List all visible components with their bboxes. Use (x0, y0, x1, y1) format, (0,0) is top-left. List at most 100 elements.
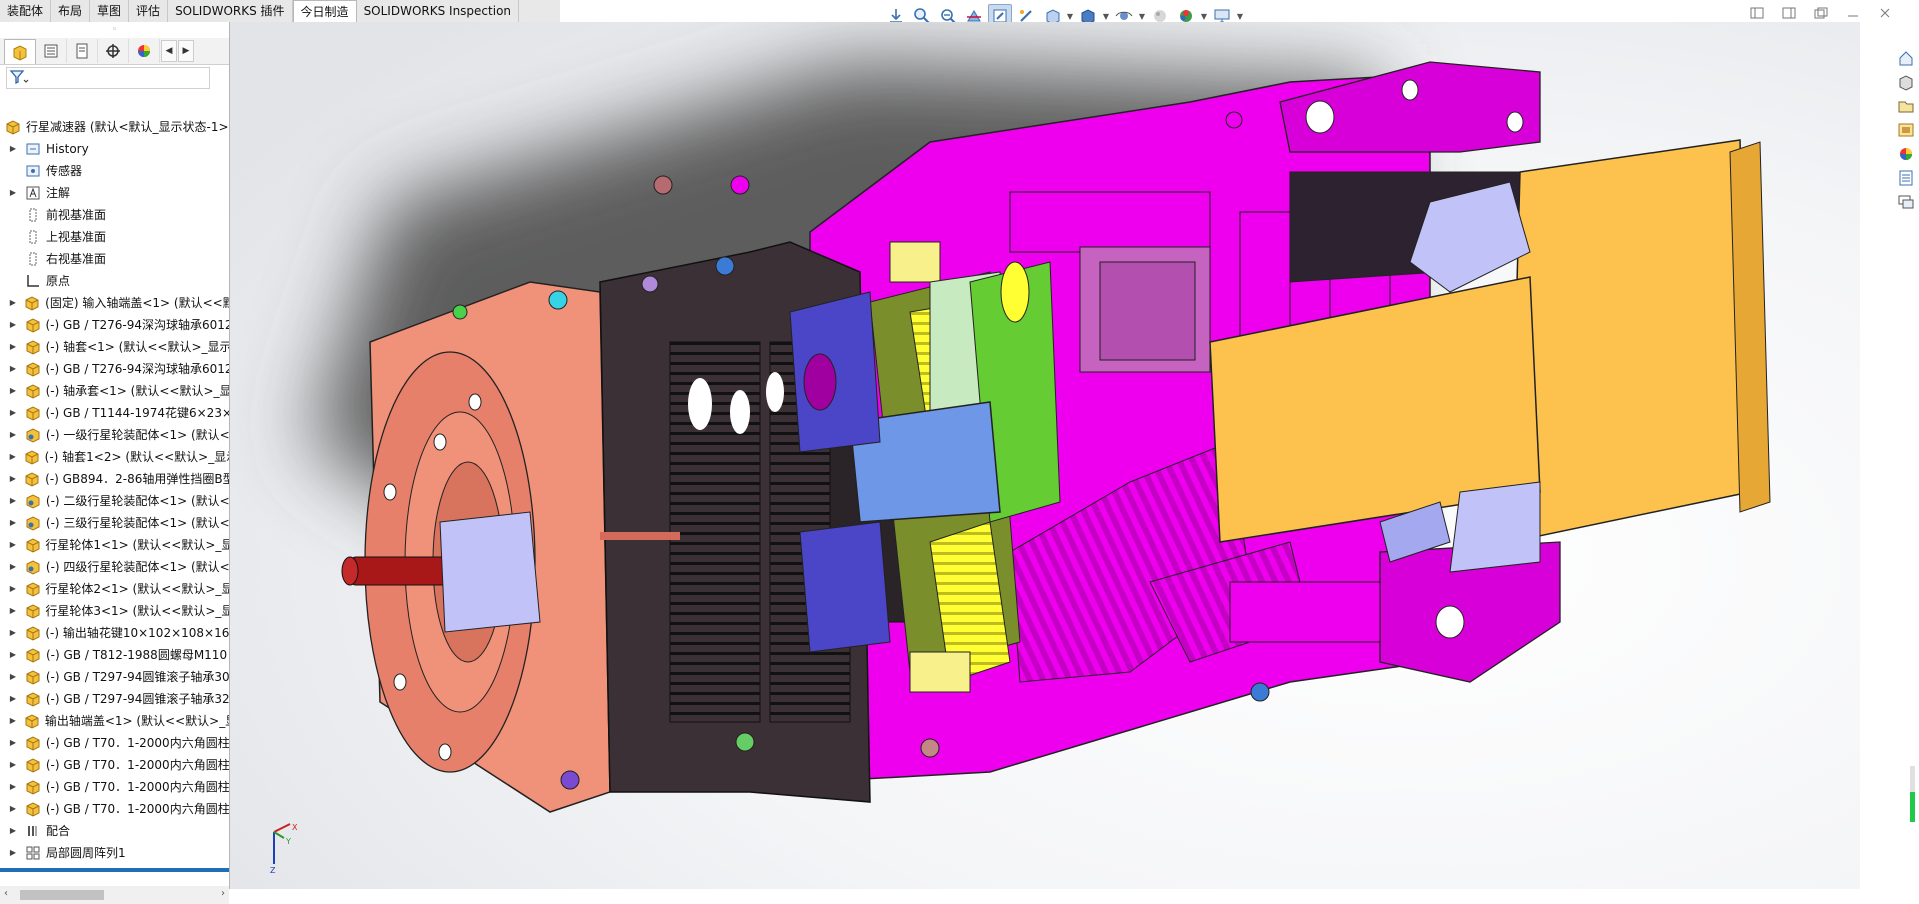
expand-arrow-icon[interactable]: ▶ (8, 182, 18, 204)
file-explorer-icon[interactable] (1895, 120, 1917, 140)
expand-arrow-icon[interactable]: ▶ (8, 666, 18, 688)
task-pane (1893, 48, 1919, 212)
tree-item[interactable]: ▶ (-) 轴套<1> (默认<<默认>_显示 (0, 336, 229, 358)
tree-item[interactable]: ▶ 行星轮体1<1> (默认<<默认>_显 (0, 534, 229, 556)
tree-item[interactable]: 传感器 (0, 160, 229, 182)
expand-arrow-icon[interactable]: ▶ (8, 138, 18, 160)
expand-arrow-icon[interactable]: ▶ (8, 358, 18, 380)
tree-item[interactable]: ▶ (-) 三级行星轮装配体<1> (默认< (0, 512, 229, 534)
tree-item[interactable]: ▶ 配合 (0, 820, 229, 842)
home-icon[interactable] (1895, 48, 1917, 68)
expand-arrow-icon[interactable]: ▶ (8, 402, 18, 424)
scroll-left-icon[interactable]: ‹ (4, 888, 8, 899)
tree-item[interactable]: ▶ (-) GB894．2-86轴用弹性挡圈B型 (0, 468, 229, 490)
tree-item[interactable]: ▶ 输出轴端盖<1> (默认<<默认>_显 (0, 710, 229, 732)
expand-arrow-icon[interactable]: ▶ (8, 336, 18, 358)
chevron-right-icon[interactable]: ▶ (178, 40, 194, 62)
expand-arrow-icon[interactable]: ▶ (8, 732, 18, 754)
filter-input[interactable] (6, 67, 210, 89)
tab-inspection[interactable]: SOLIDWORKS Inspection (357, 0, 520, 22)
panel-grip[interactable]: ◦ (0, 22, 229, 38)
minimize-icon[interactable] (1843, 4, 1863, 22)
tree-item[interactable]: ▶ (-) GB / T297-94圆锥滚子轴承30 (0, 666, 229, 688)
tree-item[interactable]: ▶ (-) 二级行星轮装配体<1> (默认< (0, 490, 229, 512)
configuration-manager-tab-icon[interactable] (67, 39, 98, 63)
expand-arrow-icon[interactable]: ▶ (8, 798, 18, 820)
property-manager-tab-icon[interactable] (36, 39, 67, 63)
tree-item[interactable]: 右视基准面 (0, 248, 229, 270)
close-icon[interactable] (1875, 4, 1895, 22)
expand-arrow-icon[interactable]: ▶ (8, 556, 18, 578)
tree-item[interactable]: ▶ History (0, 138, 229, 160)
display-manager-tab-icon[interactable] (129, 39, 160, 63)
expand-arrow-icon[interactable]: ▶ (8, 688, 18, 710)
expand-arrow-icon[interactable]: ▶ (8, 424, 18, 446)
chevron-left-icon[interactable]: ◀ (161, 40, 177, 62)
expand-arrow-icon[interactable]: ▶ (8, 710, 18, 732)
expand-arrow-icon[interactable]: ▶ (8, 490, 18, 512)
appearances-icon[interactable] (1895, 144, 1917, 164)
tab-assembly[interactable]: 装配体 (0, 0, 52, 22)
tree-item-label: History (46, 142, 89, 156)
expand-arrow-icon[interactable]: ▶ (8, 644, 18, 666)
tile-right-icon[interactable] (1779, 4, 1799, 22)
part-icon (24, 603, 42, 619)
expand-arrow-icon[interactable]: ▶ (8, 512, 18, 534)
tree-root-assembly[interactable]: 行星减速器 (默认<默认_显示状态-1> (0, 116, 229, 138)
tree-item[interactable]: ▶ (-) GB / T276-94深沟球轴承6012 (0, 358, 229, 380)
tree-item[interactable]: ▶ (-) GB / T70．1-2000内六角圆柱 (0, 754, 229, 776)
expand-arrow-icon[interactable]: ▶ (8, 380, 18, 402)
expand-arrow-icon[interactable]: ▶ (8, 820, 18, 842)
tab-addins[interactable]: SOLIDWORKS 插件 (168, 0, 293, 22)
expand-arrow-icon[interactable]: ▶ (8, 534, 18, 556)
filter-icon[interactable] (9, 69, 29, 88)
tree-item[interactable]: ▶ 注解 (0, 182, 229, 204)
tree-item[interactable]: ▶ (-) 一级行星轮装配体<1> (默认< (0, 424, 229, 446)
tree-item[interactable]: ▶ (-) 轴承套<1> (默认<<默认>_显 (0, 380, 229, 402)
tree-item[interactable]: ▶ (-) GB / T297-94圆锥滚子轴承32 (0, 688, 229, 710)
dimxpert-manager-tab-icon[interactable] (98, 39, 129, 63)
resources-icon[interactable] (1895, 72, 1917, 92)
feature-manager-tab-icon[interactable] (4, 38, 36, 64)
tree-item[interactable]: 前视基准面 (0, 204, 229, 226)
tree-item[interactable]: ▶ (-) GB / T70．1-2000内六角圆柱 (0, 798, 229, 820)
expand-arrow-icon[interactable]: ▶ (8, 776, 18, 798)
tree-item[interactable]: ▶ (-) 轴套1<2> (默认<<默认>_显示 (0, 446, 229, 468)
expand-arrow-icon[interactable]: ▶ (8, 292, 18, 314)
tree-item[interactable]: ▶ (-) GB / T276-94深沟球轴承6012 (0, 314, 229, 336)
tree-item[interactable]: ▶ 局部圆周阵列1 (0, 842, 229, 864)
tree-item[interactable]: ▶ 行星轮体2<1> (默认<<默认>_显 (0, 578, 229, 600)
tab-evaluate[interactable]: 评估 (129, 0, 169, 22)
coordinate-triad: X Y Z (266, 822, 306, 877)
expand-arrow-icon[interactable]: ▶ (8, 622, 18, 644)
tab-make-today[interactable]: 今日制造 (292, 0, 357, 23)
tree-item[interactable]: ▶ (固定) 输入轴端盖<1> (默认<<默 (0, 292, 229, 314)
graphics-area[interactable] (230, 22, 1860, 889)
tree-item[interactable]: ▶ (-) 四级行星轮装配体<1> (默认< (0, 556, 229, 578)
tree-item[interactable]: ▶ (-) 输出轴花键10×102×108×16: (0, 622, 229, 644)
expand-arrow-icon[interactable]: ▶ (8, 314, 18, 336)
tree-item[interactable]: ▶ (-) GB / T70．1-2000内六角圆柱 (0, 776, 229, 798)
tile-left-icon[interactable] (1747, 4, 1767, 22)
expand-arrow-icon[interactable]: ▶ (8, 842, 18, 864)
scroll-right-icon[interactable]: › (221, 888, 225, 899)
expand-arrow-icon[interactable]: ▶ (8, 600, 18, 622)
expand-arrow-icon[interactable]: ▶ (8, 468, 18, 490)
tab-layout[interactable]: 布局 (51, 0, 91, 22)
tree-item[interactable]: 上视基准面 (0, 226, 229, 248)
part-icon (24, 757, 42, 773)
tree-item[interactable]: ▶ (-) GB / T70．1-2000内六角圆柱 (0, 732, 229, 754)
restore-window-icon[interactable] (1811, 4, 1831, 22)
expand-arrow-icon[interactable]: ▶ (8, 754, 18, 776)
expand-arrow-icon[interactable]: ▶ (8, 446, 18, 468)
tree-item[interactable]: ▶ (-) GB / T1144-1974花键6×23× (0, 402, 229, 424)
tree-item[interactable]: ▶ 行星轮体3<1> (默认<<默认>_显 (0, 600, 229, 622)
tree-item[interactable]: 原点 (0, 270, 229, 292)
custom-properties-icon[interactable] (1895, 168, 1917, 188)
tree-item[interactable]: ▶ (-) GB / T812-1988圆螺母M110 (0, 644, 229, 666)
forum-icon[interactable] (1895, 192, 1917, 212)
expand-arrow-icon[interactable]: ▶ (8, 578, 18, 600)
design-library-icon[interactable] (1895, 96, 1917, 116)
tab-sketch[interactable]: 草图 (90, 0, 130, 22)
scroll-thumb[interactable] (20, 890, 104, 900)
